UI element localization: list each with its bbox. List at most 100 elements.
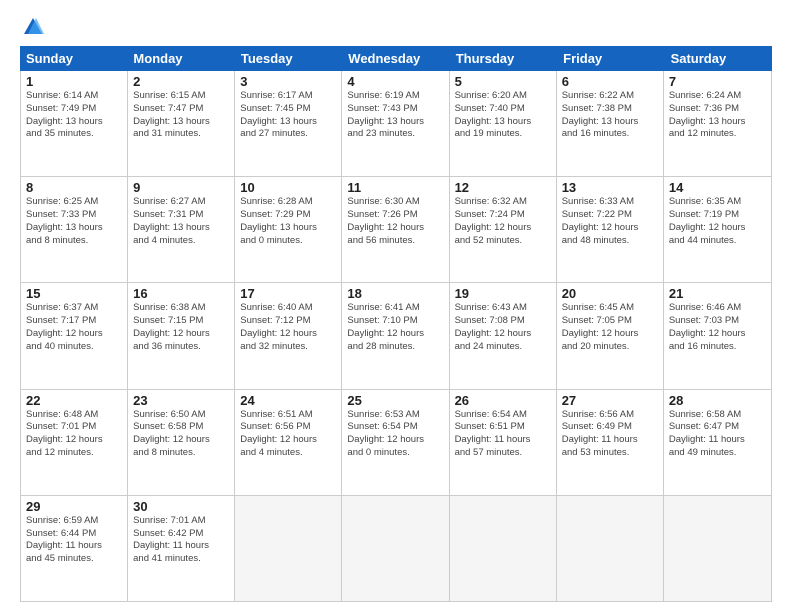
calendar-cell: 24Sunrise: 6:51 AM Sunset: 6:56 PM Dayli… [235, 390, 342, 495]
day-number: 2 [133, 74, 229, 89]
day-info: Sunrise: 6:25 AM Sunset: 7:33 PM Dayligh… [26, 196, 122, 247]
header [20, 16, 772, 38]
day-number: 30 [133, 499, 229, 514]
day-number: 23 [133, 393, 229, 408]
day-info: Sunrise: 6:33 AM Sunset: 7:22 PM Dayligh… [562, 196, 658, 247]
day-number: 19 [455, 286, 551, 301]
day-info: Sunrise: 6:32 AM Sunset: 7:24 PM Dayligh… [455, 196, 551, 247]
day-info: Sunrise: 6:27 AM Sunset: 7:31 PM Dayligh… [133, 196, 229, 247]
day-number: 16 [133, 286, 229, 301]
calendar-cell: 6Sunrise: 6:22 AM Sunset: 7:38 PM Daylig… [557, 71, 664, 176]
calendar-cell: 12Sunrise: 6:32 AM Sunset: 7:24 PM Dayli… [450, 177, 557, 282]
day-number: 25 [347, 393, 443, 408]
calendar-cell: 22Sunrise: 6:48 AM Sunset: 7:01 PM Dayli… [21, 390, 128, 495]
day-info: Sunrise: 6:50 AM Sunset: 6:58 PM Dayligh… [133, 409, 229, 460]
calendar-cell: 11Sunrise: 6:30 AM Sunset: 7:26 PM Dayli… [342, 177, 449, 282]
calendar-cell: 16Sunrise: 6:38 AM Sunset: 7:15 PM Dayli… [128, 283, 235, 388]
calendar-cell: 2Sunrise: 6:15 AM Sunset: 7:47 PM Daylig… [128, 71, 235, 176]
day-info: Sunrise: 6:20 AM Sunset: 7:40 PM Dayligh… [455, 90, 551, 141]
calendar-cell [557, 496, 664, 601]
day-number: 9 [133, 180, 229, 195]
day-info: Sunrise: 6:38 AM Sunset: 7:15 PM Dayligh… [133, 302, 229, 353]
calendar-cell: 13Sunrise: 6:33 AM Sunset: 7:22 PM Dayli… [557, 177, 664, 282]
day-number: 15 [26, 286, 122, 301]
day-number: 6 [562, 74, 658, 89]
day-info: Sunrise: 6:22 AM Sunset: 7:38 PM Dayligh… [562, 90, 658, 141]
day-number: 3 [240, 74, 336, 89]
day-number: 28 [669, 393, 766, 408]
day-info: Sunrise: 6:17 AM Sunset: 7:45 PM Dayligh… [240, 90, 336, 141]
calendar-cell [342, 496, 449, 601]
calendar-cell: 20Sunrise: 6:45 AM Sunset: 7:05 PM Dayli… [557, 283, 664, 388]
logo [20, 16, 44, 38]
day-number: 21 [669, 286, 766, 301]
calendar: SundayMondayTuesdayWednesdayThursdayFrid… [20, 46, 772, 602]
day-number: 1 [26, 74, 122, 89]
day-info: Sunrise: 6:53 AM Sunset: 6:54 PM Dayligh… [347, 409, 443, 460]
calendar-cell: 18Sunrise: 6:41 AM Sunset: 7:10 PM Dayli… [342, 283, 449, 388]
day-info: Sunrise: 6:15 AM Sunset: 7:47 PM Dayligh… [133, 90, 229, 141]
day-number: 10 [240, 180, 336, 195]
calendar-cell: 30Sunrise: 7:01 AM Sunset: 6:42 PM Dayli… [128, 496, 235, 601]
calendar-body: 1Sunrise: 6:14 AM Sunset: 7:49 PM Daylig… [20, 71, 772, 602]
calendar-header: SundayMondayTuesdayWednesdayThursdayFrid… [20, 46, 772, 71]
day-number: 12 [455, 180, 551, 195]
day-number: 7 [669, 74, 766, 89]
calendar-cell: 14Sunrise: 6:35 AM Sunset: 7:19 PM Dayli… [664, 177, 771, 282]
day-info: Sunrise: 6:46 AM Sunset: 7:03 PM Dayligh… [669, 302, 766, 353]
day-number: 18 [347, 286, 443, 301]
day-number: 20 [562, 286, 658, 301]
calendar-cell: 7Sunrise: 6:24 AM Sunset: 7:36 PM Daylig… [664, 71, 771, 176]
header-day-monday: Monday [127, 46, 234, 71]
header-day-tuesday: Tuesday [235, 46, 342, 71]
day-info: Sunrise: 6:48 AM Sunset: 7:01 PM Dayligh… [26, 409, 122, 460]
calendar-cell: 4Sunrise: 6:19 AM Sunset: 7:43 PM Daylig… [342, 71, 449, 176]
day-info: Sunrise: 6:37 AM Sunset: 7:17 PM Dayligh… [26, 302, 122, 353]
calendar-cell: 17Sunrise: 6:40 AM Sunset: 7:12 PM Dayli… [235, 283, 342, 388]
header-day-saturday: Saturday [665, 46, 772, 71]
day-info: Sunrise: 6:59 AM Sunset: 6:44 PM Dayligh… [26, 515, 122, 566]
calendar-row: 15Sunrise: 6:37 AM Sunset: 7:17 PM Dayli… [21, 283, 771, 389]
day-info: Sunrise: 6:56 AM Sunset: 6:49 PM Dayligh… [562, 409, 658, 460]
calendar-cell: 19Sunrise: 6:43 AM Sunset: 7:08 PM Dayli… [450, 283, 557, 388]
calendar-row: 8Sunrise: 6:25 AM Sunset: 7:33 PM Daylig… [21, 177, 771, 283]
calendar-cell: 26Sunrise: 6:54 AM Sunset: 6:51 PM Dayli… [450, 390, 557, 495]
day-info: Sunrise: 7:01 AM Sunset: 6:42 PM Dayligh… [133, 515, 229, 566]
calendar-cell: 5Sunrise: 6:20 AM Sunset: 7:40 PM Daylig… [450, 71, 557, 176]
day-number: 22 [26, 393, 122, 408]
day-info: Sunrise: 6:40 AM Sunset: 7:12 PM Dayligh… [240, 302, 336, 353]
logo-icon [22, 16, 44, 38]
calendar-cell [235, 496, 342, 601]
day-info: Sunrise: 6:28 AM Sunset: 7:29 PM Dayligh… [240, 196, 336, 247]
calendar-cell [664, 496, 771, 601]
day-number: 29 [26, 499, 122, 514]
header-day-friday: Friday [557, 46, 664, 71]
day-number: 4 [347, 74, 443, 89]
calendar-cell: 15Sunrise: 6:37 AM Sunset: 7:17 PM Dayli… [21, 283, 128, 388]
day-number: 17 [240, 286, 336, 301]
day-info: Sunrise: 6:30 AM Sunset: 7:26 PM Dayligh… [347, 196, 443, 247]
calendar-cell: 27Sunrise: 6:56 AM Sunset: 6:49 PM Dayli… [557, 390, 664, 495]
header-day-wednesday: Wednesday [342, 46, 449, 71]
calendar-cell: 25Sunrise: 6:53 AM Sunset: 6:54 PM Dayli… [342, 390, 449, 495]
calendar-cell: 3Sunrise: 6:17 AM Sunset: 7:45 PM Daylig… [235, 71, 342, 176]
calendar-cell: 10Sunrise: 6:28 AM Sunset: 7:29 PM Dayli… [235, 177, 342, 282]
day-info: Sunrise: 6:54 AM Sunset: 6:51 PM Dayligh… [455, 409, 551, 460]
calendar-cell: 8Sunrise: 6:25 AM Sunset: 7:33 PM Daylig… [21, 177, 128, 282]
header-day-thursday: Thursday [450, 46, 557, 71]
day-number: 5 [455, 74, 551, 89]
day-number: 8 [26, 180, 122, 195]
day-number: 14 [669, 180, 766, 195]
calendar-row: 1Sunrise: 6:14 AM Sunset: 7:49 PM Daylig… [21, 71, 771, 177]
day-info: Sunrise: 6:19 AM Sunset: 7:43 PM Dayligh… [347, 90, 443, 141]
day-info: Sunrise: 6:58 AM Sunset: 6:47 PM Dayligh… [669, 409, 766, 460]
calendar-row: 22Sunrise: 6:48 AM Sunset: 7:01 PM Dayli… [21, 390, 771, 496]
day-info: Sunrise: 6:51 AM Sunset: 6:56 PM Dayligh… [240, 409, 336, 460]
calendar-cell: 28Sunrise: 6:58 AM Sunset: 6:47 PM Dayli… [664, 390, 771, 495]
day-info: Sunrise: 6:43 AM Sunset: 7:08 PM Dayligh… [455, 302, 551, 353]
day-info: Sunrise: 6:24 AM Sunset: 7:36 PM Dayligh… [669, 90, 766, 141]
day-number: 13 [562, 180, 658, 195]
calendar-cell: 29Sunrise: 6:59 AM Sunset: 6:44 PM Dayli… [21, 496, 128, 601]
day-info: Sunrise: 6:14 AM Sunset: 7:49 PM Dayligh… [26, 90, 122, 141]
calendar-cell: 21Sunrise: 6:46 AM Sunset: 7:03 PM Dayli… [664, 283, 771, 388]
